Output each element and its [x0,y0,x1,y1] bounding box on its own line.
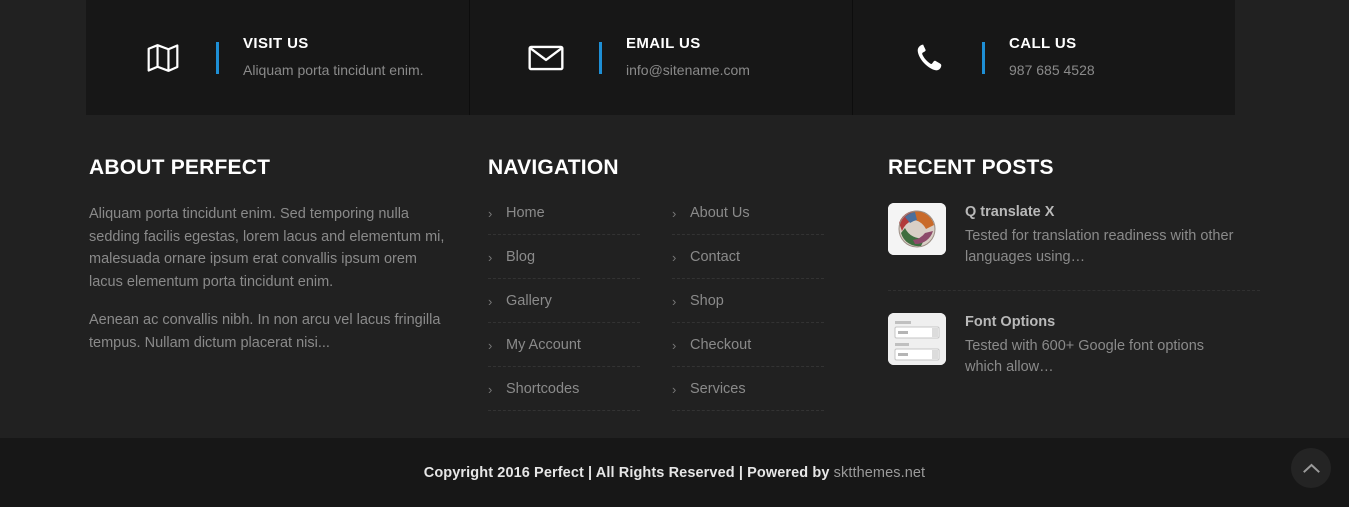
chevron-right-icon: › [672,382,677,397]
nav-item-label: Shortcodes [506,381,580,397]
post-text: Q translate X Tested for translation rea… [965,203,1237,268]
chevron-right-icon: › [488,338,493,353]
post-excerpt: Tested for translation readiness with ot… [965,228,1234,265]
contact-detail: Aliquam porta tincidunt enim. [243,62,424,78]
nav-item-gallery[interactable]: › Gallery [488,291,640,323]
nav-item-label: Blog [506,249,536,265]
footer-page: VISIT US Aliquam porta tincidunt enim. E… [0,0,1349,507]
recent-posts-title: RECENT POSTS [888,156,1054,179]
accent-divider [599,41,602,74]
envelope-icon [525,37,567,79]
site-link[interactable]: sktthemes.net [834,465,926,481]
nav-item-shop[interactable]: › Shop [672,291,824,323]
nav-item-label: Checkout [690,337,752,353]
navigation-list-one: › Home › Blog › Gallery › My Account › S… [488,203,640,423]
contact-title: EMAIL US [626,35,701,52]
nav-item-blog[interactable]: › Blog [488,247,640,279]
navigation-lists: › Home › Blog › Gallery › My Account › S… [488,203,838,423]
chevron-right-icon: › [672,206,677,221]
post-thumbnail-qtranslate[interactable] [888,203,946,255]
nav-item-services[interactable]: › Services [672,379,824,411]
accent-divider [216,41,219,74]
recent-post-item[interactable]: Q translate X Tested for translation rea… [888,203,1260,290]
nav-item-label: Contact [690,249,740,265]
contact-block-call: CALL US 987 685 4528 [852,0,1235,115]
about-paragraph: Aliquam porta tincidunt enim. Sed tempor… [89,206,445,290]
copyright-label: Copyright 2016 Perfect | All Rights Rese… [423,464,834,481]
about-column: ABOUT PERFECT Aliquam porta tincidunt en… [89,115,449,354]
navigation-list-two: › About Us › Contact › Shop › Checkout ›… [672,203,824,423]
post-excerpt: Tested with 600+ Google font options whi… [965,338,1205,375]
contact-bar: VISIT US Aliquam porta tincidunt enim. E… [86,0,1235,115]
contact-block-email: EMAIL US info@sitename.com [469,0,852,115]
recent-post-item[interactable]: Font Options Tested with 600+ Google fon… [888,290,1260,400]
nav-item-label: My Account [506,337,581,353]
chevron-right-icon: › [488,250,493,265]
navigation-column: NAVIGATION › Home › Blog › Gallery › My … [488,115,838,423]
nav-item-label: Home [506,205,545,221]
chevron-right-icon: › [488,206,493,221]
chevron-right-icon: › [672,338,677,353]
about-paragraph: Aenean ac convallis nibh. In non arcu ve… [89,312,441,351]
contact-title: VISIT US [243,35,309,52]
about-title: ABOUT PERFECT [89,156,271,179]
map-icon [142,37,184,79]
bottom-bar: Copyright 2016 Perfect | All Rights Rese… [0,438,1349,507]
chevron-up-icon [1302,463,1320,473]
copyright-text: Copyright 2016 Perfect | All Rights Rese… [424,465,925,481]
scroll-to-top-button[interactable] [1291,448,1331,488]
contact-title: CALL US [1009,35,1077,52]
nav-item-label: About Us [690,205,750,221]
nav-item-label: Gallery [506,293,552,309]
nav-item-label: Services [690,381,746,397]
footer-columns: ABOUT PERFECT Aliquam porta tincidunt en… [0,115,1349,438]
nav-item-checkout[interactable]: › Checkout [672,335,824,367]
nav-item-label: Shop [690,293,724,309]
post-title[interactable]: Font Options [965,313,1237,331]
chevron-right-icon: › [672,250,677,265]
phone-icon [908,37,950,79]
contact-detail[interactable]: 987 685 4528 [1009,59,1095,81]
post-title[interactable]: Q translate X [965,203,1237,221]
nav-item-home[interactable]: › Home [488,203,640,235]
post-thumbnail-font-options[interactable] [888,313,946,365]
nav-item-contact[interactable]: › Contact [672,247,824,279]
nav-item-about-us[interactable]: › About Us [672,203,824,235]
contact-text-call: CALL US 987 685 4528 [1009,34,1095,81]
contact-text-visit: VISIT US Aliquam porta tincidunt enim. [243,34,424,81]
chevron-right-icon: › [672,294,677,309]
chevron-right-icon: › [488,382,493,397]
accent-divider [982,41,985,74]
chevron-right-icon: › [488,294,493,309]
contact-block-visit: VISIT US Aliquam porta tincidunt enim. [86,0,469,115]
recent-posts-column: RECENT POSTS Q translate X Tested for tr… [888,115,1260,400]
post-text: Font Options Tested with 600+ Google fon… [965,313,1237,378]
contact-detail[interactable]: info@sitename.com [626,59,750,81]
navigation-title: NAVIGATION [488,156,619,179]
nav-item-my-account[interactable]: › My Account [488,335,640,367]
contact-text-email: EMAIL US info@sitename.com [626,34,750,81]
nav-item-shortcodes[interactable]: › Shortcodes [488,379,640,411]
